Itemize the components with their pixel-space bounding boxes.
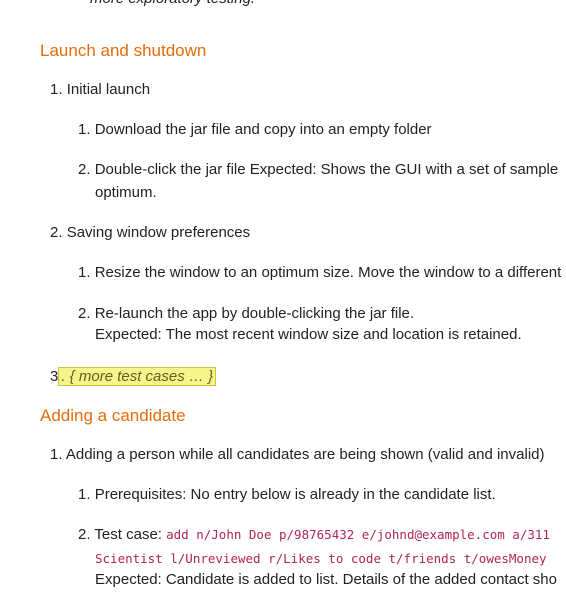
list-number: 2. <box>78 161 91 178</box>
sub-item-continuation: optimum. <box>95 184 157 201</box>
list-number: 1. <box>50 446 63 463</box>
list-number: 1. <box>78 121 91 138</box>
sub-item-resize-window: 1. Resize the window to an optimum size.… <box>78 262 561 283</box>
list-number: 2. <box>78 305 91 322</box>
sub-item-double-click-jar: 2. Double-click the jar file Expected: S… <box>78 159 558 180</box>
list-number: 1. <box>78 264 91 281</box>
code-snippet: add n/John Doe p/98765432 e/johnd@exampl… <box>166 527 550 542</box>
list-item-text: Download the jar file and copy into an e… <box>94 121 432 138</box>
sub-item-download-jar: 1. Download the jar file and copy into a… <box>78 119 432 140</box>
section-heading-adding-candidate: Adding a candidate <box>40 406 186 425</box>
list-item-text: Resize the window to an optimum size. Mo… <box>94 264 562 281</box>
sub-item-test-case: 2. Test case: add n/John Doe p/98765432 … <box>78 524 550 545</box>
list-item-saving-window-preferences: 2. Saving window preferences <box>50 222 250 243</box>
section-heading-launch-shutdown: Launch and shutdown <box>40 41 207 60</box>
highlighted-placeholder: . { more test cases … } <box>58 367 217 386</box>
list-item-initial-launch: 1. Initial launch <box>50 79 150 100</box>
list-item-label: Adding a person while all candidates are… <box>65 446 545 463</box>
list-number: 2. <box>50 224 63 241</box>
sub-item-expected-text: Expected: Candidate is added to list. De… <box>95 571 557 588</box>
list-item-text: Re-launch the app by double-clicking the… <box>94 305 415 322</box>
sub-item-prerequisites: 1. Prerequisites: No entry below is alre… <box>78 484 496 505</box>
list-number: 1. <box>50 81 63 98</box>
sub-item-expected-text: Expected: The most recent window size an… <box>95 326 522 343</box>
list-item-more-test-cases: 3. { more test cases … } <box>50 366 217 387</box>
list-number: 1. <box>78 486 91 503</box>
list-item-text: Double-click the jar file Expected: Show… <box>94 161 559 178</box>
test-case-label: Test case: <box>94 526 162 543</box>
sub-item-relaunch-app: 2. Re-launch the app by double-clicking … <box>78 303 414 324</box>
list-item-label: Saving window preferences <box>66 224 251 241</box>
list-item-adding-person: 1. Adding a person while all candidates … <box>50 444 545 465</box>
list-item-label: Initial launch <box>66 81 151 98</box>
list-number: 2. <box>78 526 91 543</box>
code-snippet-continuation: Scientist l/Unreviewed r/Likes to code t… <box>95 551 547 566</box>
document-content: more exploratory testing. Launch and shu… <box>0 0 566 615</box>
previous-text-fragment: more exploratory testing. <box>90 0 255 9</box>
list-item-text: Prerequisites: No entry below is already… <box>94 486 496 503</box>
